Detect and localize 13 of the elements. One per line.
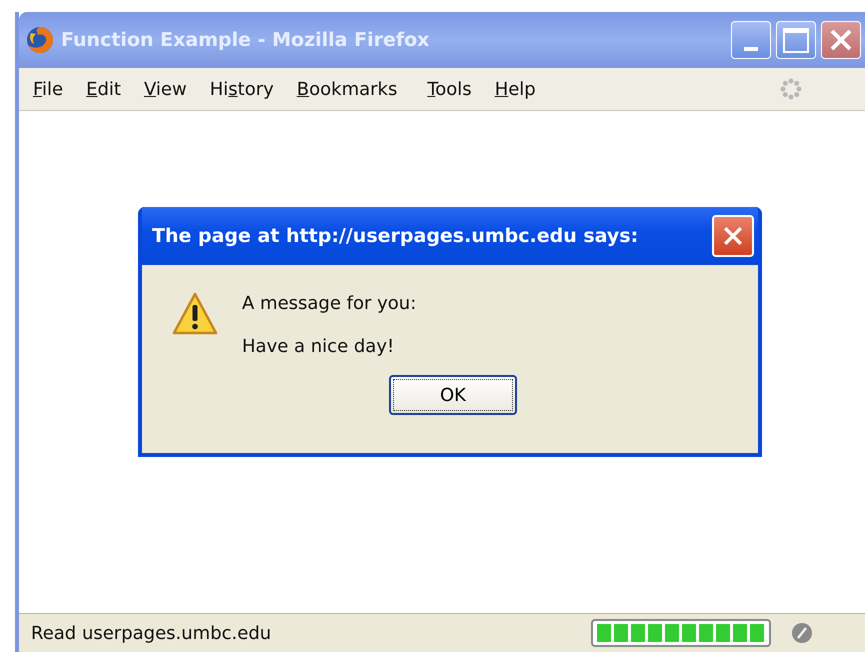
menu-item[interactable]: Tools bbox=[427, 78, 472, 100]
menu-item[interactable]: Help bbox=[494, 78, 536, 100]
menu-item[interactable]: Bookmarks bbox=[296, 78, 398, 100]
menu-item[interactable]: Edit bbox=[86, 78, 121, 100]
dialog-message: Have a nice day! bbox=[242, 336, 396, 357]
status-text: Read userpages.umbc.edu bbox=[31, 622, 272, 644]
menu-item[interactable]: View bbox=[144, 78, 187, 100]
dialog-title: The page at http://userpages.umbc.edu says: bbox=[152, 225, 638, 247]
menu-item[interactable]: File bbox=[33, 78, 64, 100]
ok-button[interactable]: OK bbox=[389, 375, 517, 415]
window-title: Function Example - Mozilla Firefox bbox=[61, 29, 430, 51]
dialog-message: A message for you: bbox=[242, 293, 416, 314]
menu-item[interactable]: History bbox=[210, 78, 274, 100]
